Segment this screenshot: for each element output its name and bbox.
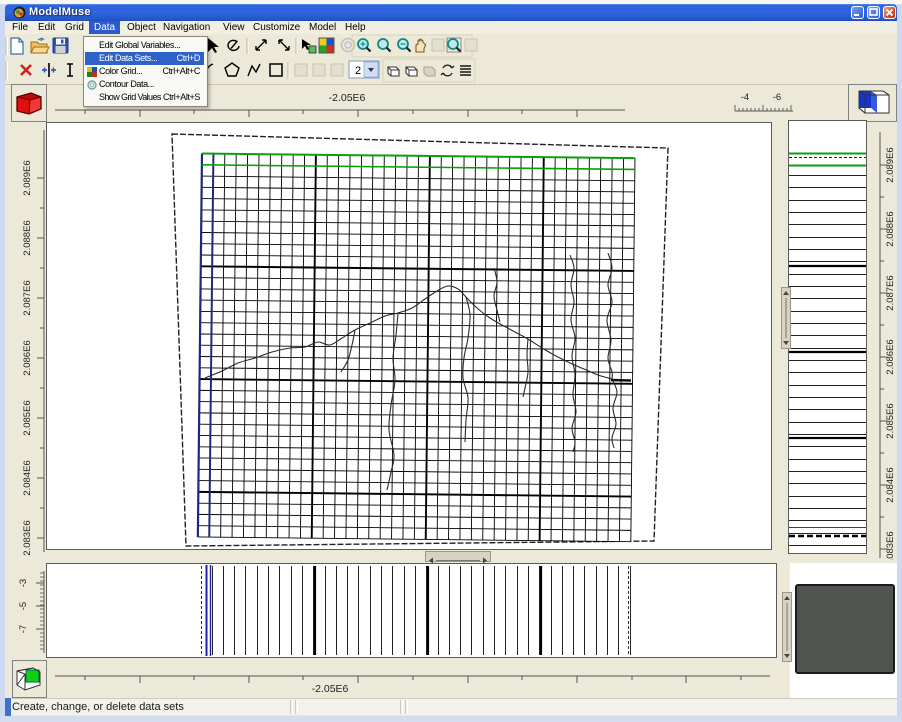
svg-text:2.084E6: 2.084E6 bbox=[885, 467, 896, 502]
svg-text:2.083E6: 2.083E6 bbox=[885, 531, 896, 560]
svg-text:-6: -6 bbox=[773, 92, 781, 103]
svg-text:2.089E6: 2.089E6 bbox=[22, 160, 33, 195]
svg-text:2.085E6: 2.085E6 bbox=[22, 400, 33, 435]
svg-text:2.085E6: 2.085E6 bbox=[885, 403, 896, 438]
svg-text:2.086E6: 2.086E6 bbox=[22, 340, 33, 375]
svg-text:2.087E6: 2.087E6 bbox=[22, 280, 33, 315]
svg-text:-4: -4 bbox=[741, 92, 749, 103]
svg-text:2.084E6: 2.084E6 bbox=[22, 460, 33, 495]
svg-text:-2.05E6: -2.05E6 bbox=[329, 92, 366, 104]
svg-text:2: 2 bbox=[355, 65, 361, 77]
svg-text:2.088E6: 2.088E6 bbox=[885, 211, 896, 246]
svg-text:-3: -3 bbox=[18, 579, 29, 587]
svg-text:2.086E6: 2.086E6 bbox=[885, 339, 896, 374]
svg-text:2.083E6: 2.083E6 bbox=[22, 520, 33, 555]
svg-text:2.089E6: 2.089E6 bbox=[885, 147, 896, 182]
svg-text:2.087E6: 2.087E6 bbox=[885, 275, 896, 310]
svg-text:-5: -5 bbox=[18, 602, 29, 610]
svg-text:-7: -7 bbox=[18, 625, 29, 633]
svg-text:2.088E6: 2.088E6 bbox=[22, 220, 33, 255]
svg-text:-2.05E6: -2.05E6 bbox=[312, 683, 349, 695]
